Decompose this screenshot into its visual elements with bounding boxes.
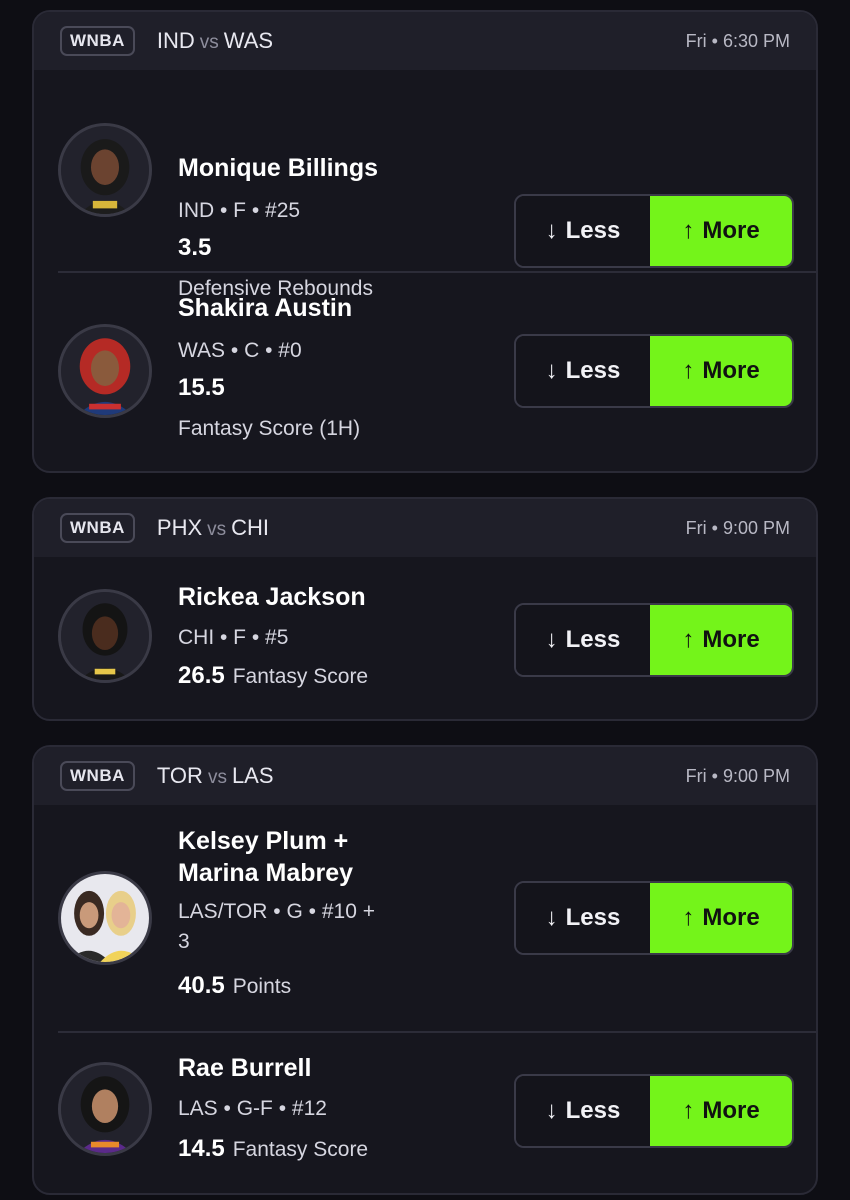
player-avatar <box>58 324 152 418</box>
arrow-down-icon: ↓ <box>545 217 558 244</box>
player-meta: WAS • C • #0 <box>178 339 302 362</box>
player-line: 3.5 <box>178 234 212 261</box>
matchup: IND vs WAS <box>157 28 273 54</box>
player-row[interactable]: Rae Burrell LAS • G-F • #12 14.5 Fantasy … <box>34 1032 816 1193</box>
home-team: IND <box>156 28 195 53</box>
more-button[interactable]: ↑ More <box>650 883 792 953</box>
game-card-ind-was: WNBA IND vs WAS Fri • 6:30 PM Monique Bi… <box>32 10 818 473</box>
league-badge: WNBA <box>60 761 135 791</box>
player-meta: LAS • G-F • #12 <box>178 1097 327 1120</box>
game-card-phx-chi: WNBA PHX vs CHI Fri • 9:00 PM Rickea Jac… <box>32 497 818 721</box>
player-row[interactable]: Kelsey Plum + Marina Mabrey LAS/TOR • G … <box>34 805 816 1033</box>
arrow-up-icon: ↑ <box>682 357 695 384</box>
arrow-up-icon: ↑ <box>682 904 695 931</box>
game-time: Fri • 6:30 PM <box>685 30 790 51</box>
player-row[interactable]: Shakira Austin WAS • C • #0 15.5 Fantasy… <box>34 272 816 471</box>
player-name-line1: Kelsey Plum + <box>178 827 349 855</box>
game-header: WNBA TOR vs LAS Fri • 9:00 PM <box>34 747 816 805</box>
pick-selector: ↓ Less ↑ More <box>514 194 794 268</box>
player-line-row: 26.5 Fantasy Score <box>178 661 368 692</box>
player-name: Rae Burrell <box>178 1054 312 1082</box>
less-button[interactable]: ↓ Less <box>516 1076 650 1146</box>
player-line: 14.5 <box>178 1135 225 1162</box>
vs-label: vs <box>199 32 219 53</box>
player-avatar <box>58 871 152 965</box>
game-time: Fri • 9:00 PM <box>685 765 790 786</box>
vs-label: vs <box>207 767 227 788</box>
player-meta: IND • F • #25 <box>178 199 301 222</box>
away-team: LAS <box>231 763 274 788</box>
more-button[interactable]: ↑ More <box>650 1076 792 1146</box>
home-team: TOR <box>156 763 203 788</box>
arrow-up-icon: ↑ <box>682 217 695 244</box>
player-avatar <box>58 1062 152 1156</box>
player-name: Rickea Jackson <box>178 583 366 611</box>
arrow-up-icon: ↑ <box>682 626 695 653</box>
game-time: Fri • 9:00 PM <box>685 517 790 538</box>
league-badge: WNBA <box>60 513 135 543</box>
player-line: 26.5 <box>178 662 225 689</box>
game-header: WNBA IND vs WAS Fri • 6:30 PM <box>34 12 816 70</box>
stat-type: Fantasy Score (1H) <box>178 417 361 440</box>
more-button[interactable]: ↑ More <box>650 605 792 675</box>
pick-selector: ↓ Less ↑ More <box>514 881 794 955</box>
player-meta-line2: 3 <box>178 930 190 953</box>
player-meta: CHI • F • #5 <box>178 626 289 649</box>
more-button[interactable]: ↑ More <box>650 336 792 406</box>
player-row[interactable]: Rickea Jackson CHI • F • #5 26.5 Fantasy … <box>34 557 816 717</box>
player-line: 40.5 <box>178 972 225 999</box>
pick-selector: ↓ Less ↑ More <box>514 603 794 677</box>
game-header: WNBA PHX vs CHI Fri • 9:00 PM <box>34 499 816 557</box>
player-line: 15.5 <box>178 374 225 401</box>
arrow-down-icon: ↓ <box>545 357 558 384</box>
away-team: WAS <box>223 28 274 53</box>
less-button[interactable]: ↓ Less <box>516 336 650 406</box>
arrow-down-icon: ↓ <box>545 626 558 653</box>
player-meta: LAS/TOR • G • #10 + 3 <box>178 897 375 957</box>
less-button[interactable]: ↓ Less <box>516 883 650 953</box>
pick-selector: ↓ Less ↑ More <box>514 1074 794 1148</box>
player-line-row: 40.5 Points <box>178 971 291 1002</box>
arrow-down-icon: ↓ <box>545 1097 558 1124</box>
league-badge: WNBA <box>60 26 135 56</box>
matchup: PHX vs CHI <box>157 515 269 541</box>
player-name-line2: Marina Mabrey <box>178 859 354 887</box>
more-button[interactable]: ↑ More <box>650 196 792 266</box>
arrow-up-icon: ↑ <box>682 1097 695 1124</box>
matchup: TOR vs LAS <box>157 763 274 789</box>
player-line-row: 14.5 Fantasy Score <box>178 1134 368 1165</box>
away-team: CHI <box>231 515 270 540</box>
player-name: Kelsey Plum + Marina Mabrey <box>178 825 353 889</box>
player-name: Monique Billings <box>178 154 378 182</box>
vs-label: vs <box>207 519 227 540</box>
arrow-down-icon: ↓ <box>545 904 558 931</box>
home-team: PHX <box>156 515 203 540</box>
player-avatar <box>58 589 152 683</box>
less-button[interactable]: ↓ Less <box>516 196 650 266</box>
player-row[interactable]: Monique Billings IND • F • #25 3.5 Defen… <box>34 70 816 300</box>
stat-type: Fantasy Score <box>232 665 369 688</box>
game-card-tor-las: WNBA TOR vs LAS Fri • 9:00 PM Kelsey Plu… <box>32 745 818 1195</box>
pick-selector: ↓ Less ↑ More <box>514 334 794 408</box>
player-avatar <box>58 123 152 217</box>
player-name: Shakira Austin <box>178 294 353 322</box>
less-button[interactable]: ↓ Less <box>516 605 650 675</box>
player-meta-line1: LAS/TOR • G • #10 + <box>178 900 375 923</box>
stat-type: Fantasy Score <box>232 1138 369 1161</box>
stat-type: Points <box>232 975 292 998</box>
